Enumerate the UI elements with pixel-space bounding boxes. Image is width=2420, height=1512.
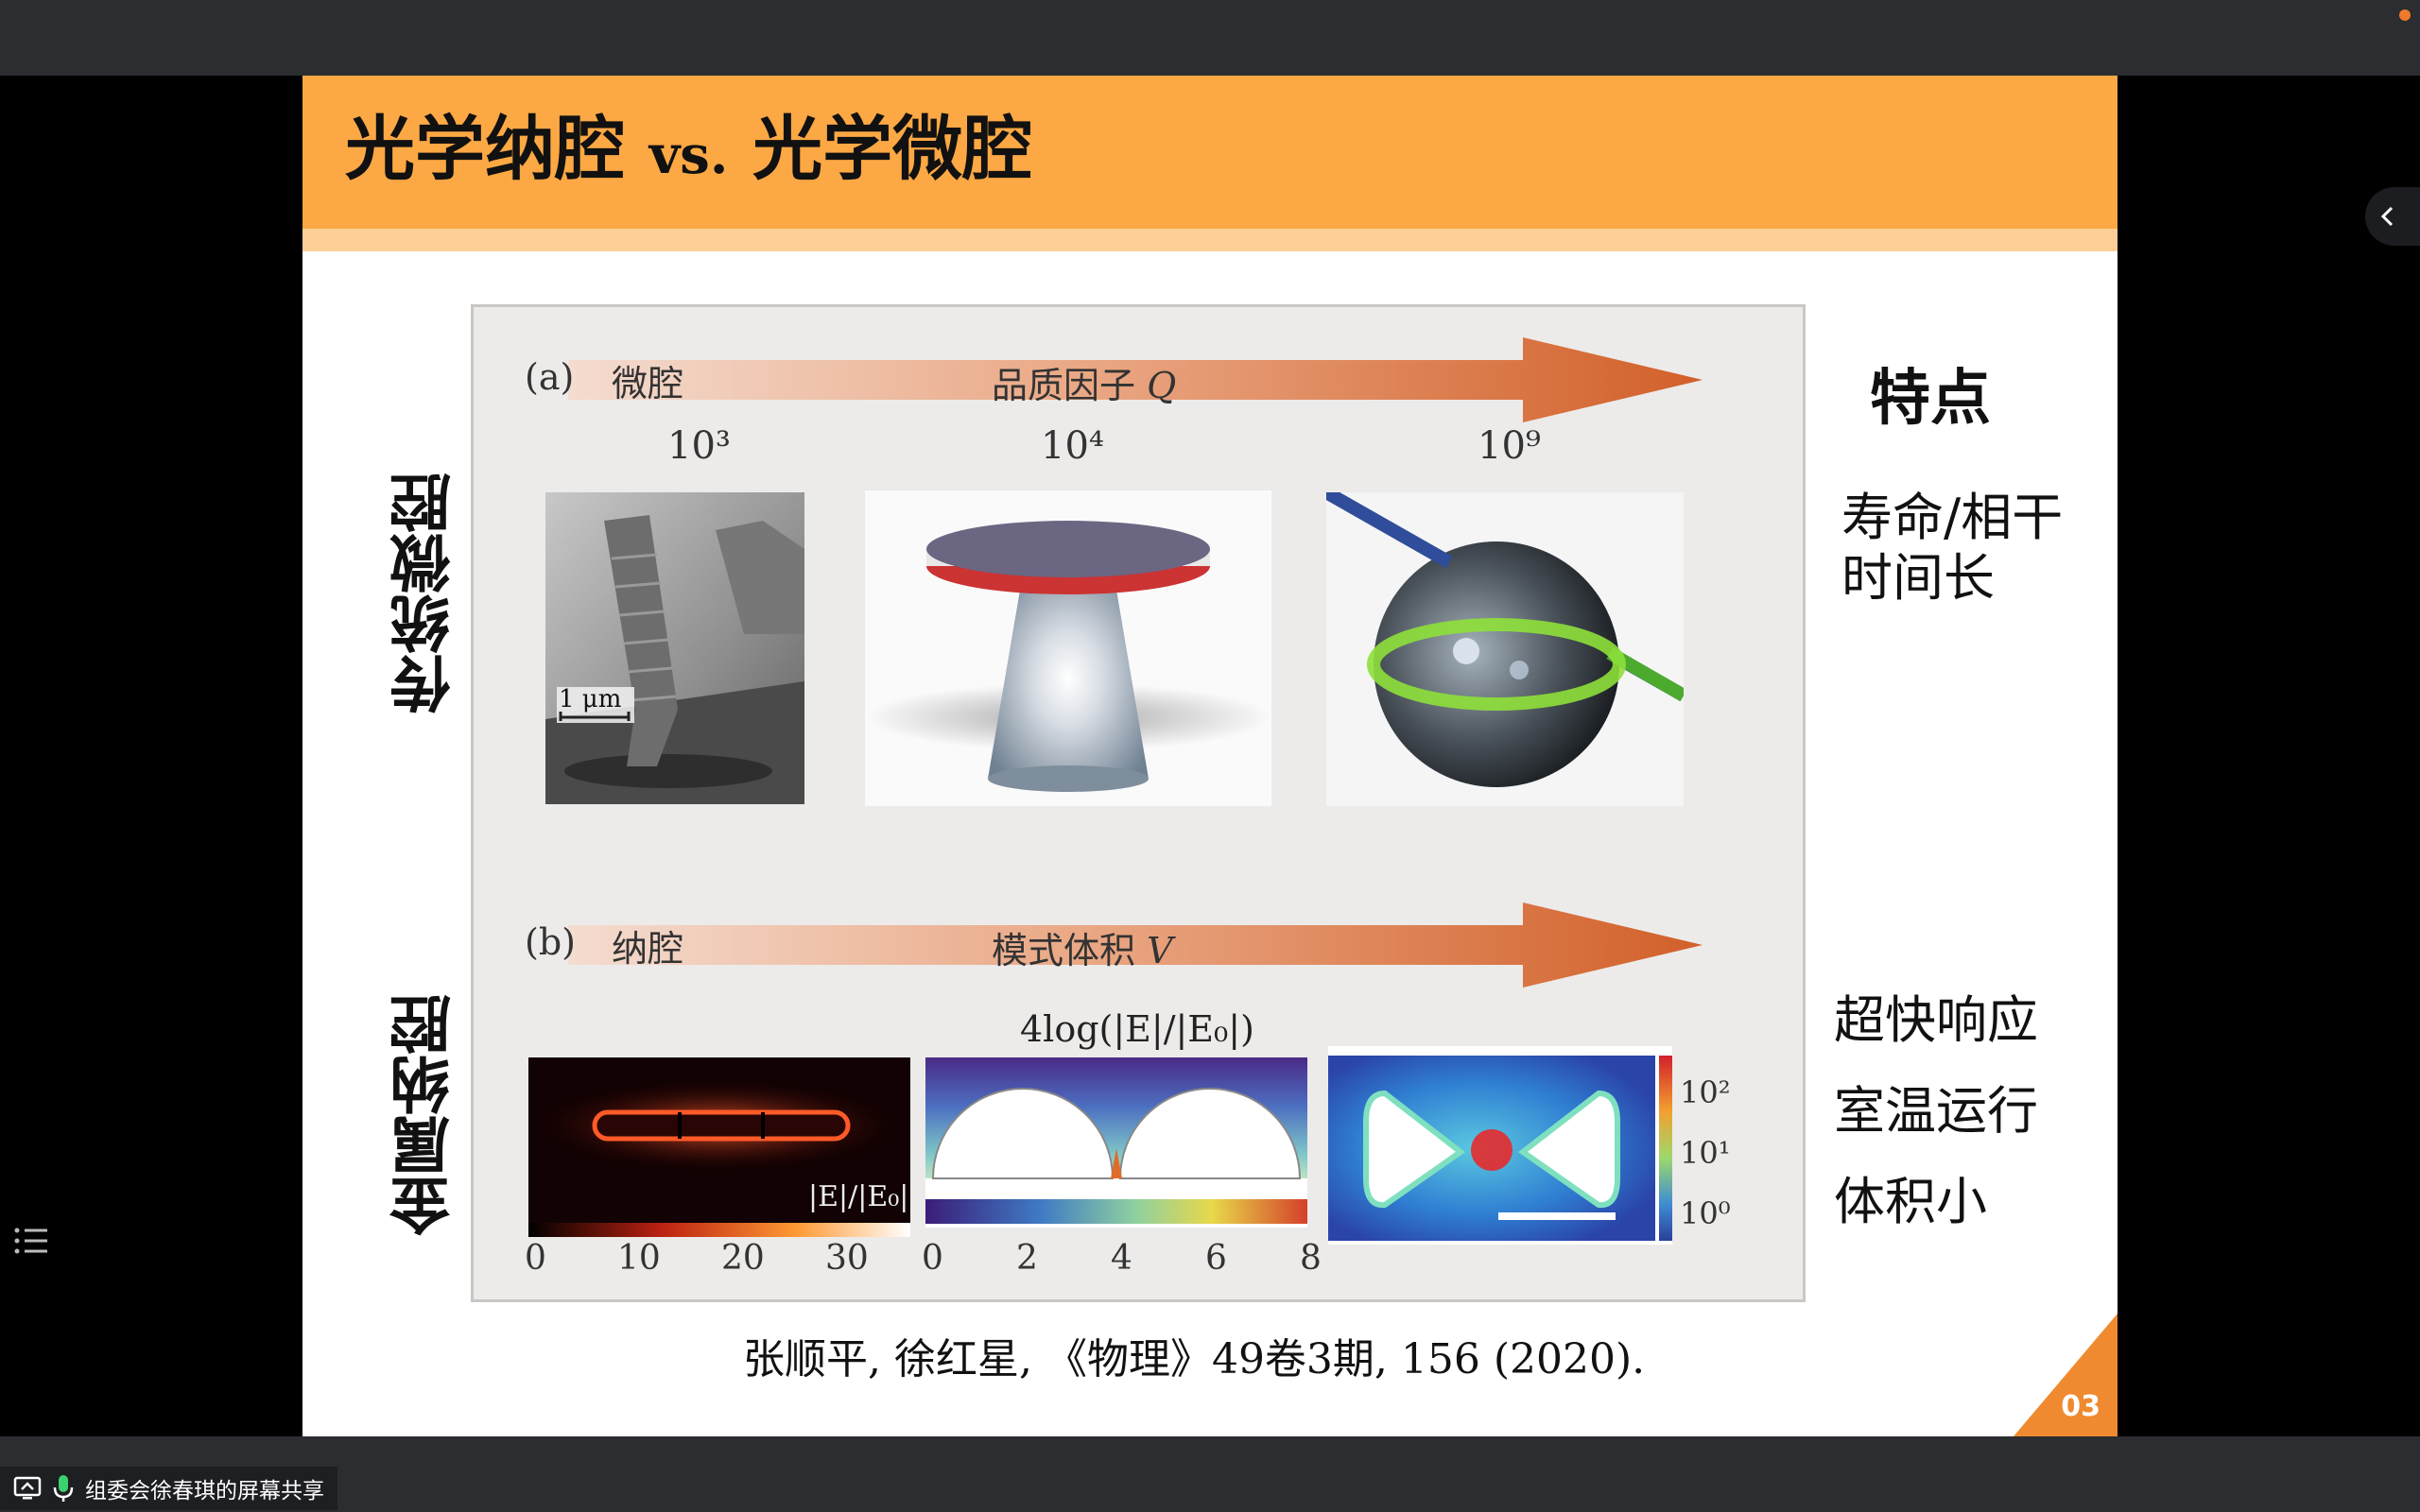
- panel1-tick-10: 10: [617, 1239, 661, 1278]
- microsphere-image: [1326, 492, 1684, 806]
- presentation-slide: 光学纳腔 vs. 光学微腔 传统微腔 金属纳腔 (a) 微腔 品质因子 Q 10…: [302, 76, 2118, 1436]
- microdisk-image: [865, 490, 1271, 806]
- label-a: (a): [525, 356, 575, 398]
- bowtie-field-map: [1328, 1046, 1672, 1245]
- row-label-traditional: 传统微腔: [390, 472, 460, 714]
- page-number: 03: [2061, 1390, 2100, 1423]
- nanocavity-name: 纳腔: [612, 928, 684, 970]
- features-title: 特点: [1870, 364, 1991, 434]
- micropillar-image: 1 μm: [545, 492, 804, 804]
- feature-room-temp: 室温运行: [1834, 1081, 2038, 1141]
- panel2-tick-8: 8: [1300, 1239, 1322, 1278]
- row-label-metal: 金属纳腔: [390, 994, 460, 1236]
- screen-share-badge[interactable]: 组委会徐春琪的屏幕共享: [0, 1467, 337, 1510]
- q-value-3: 10⁹: [1478, 424, 1541, 468]
- panel2-label: 4log(|E|/|E₀|): [1020, 1008, 1254, 1050]
- q-arrow-text: 品质因子 Q: [992, 356, 1176, 408]
- q-arrow-label: 品质因子: [992, 365, 1136, 406]
- microphone-icon: [53, 1475, 74, 1502]
- panel1-label: |E|/|E₀|: [808, 1180, 909, 1213]
- share-badge-label: 组委会徐春琪的屏幕共享: [85, 1479, 324, 1503]
- q-value-1: 10³: [667, 424, 731, 468]
- v-arrow-text: 模式体积 V: [992, 921, 1173, 973]
- slide-title: 光学纳腔 vs. 光学微腔: [345, 102, 1032, 202]
- panel1-tick-30: 30: [825, 1239, 869, 1278]
- slide-header-strip: [302, 229, 2118, 251]
- panel2-tick-4: 4: [1111, 1239, 1132, 1278]
- label-b: (b): [525, 921, 576, 963]
- panel1-tick-0: 0: [525, 1239, 546, 1278]
- screen-share-icon: [13, 1476, 42, 1500]
- citation: 张顺平, 徐红星, 《物理》49卷3期, 156 (2020).: [743, 1335, 1646, 1383]
- collapse-panel-button[interactable]: [2365, 187, 2420, 246]
- title-right: 光学微腔: [752, 109, 1033, 190]
- feature-lifetime: 寿命/相干: [1841, 488, 2064, 547]
- microcavity-name: 微腔: [612, 363, 684, 404]
- meeting-bottom-bar: [0, 1436, 2420, 1512]
- outline-list-icon[interactable]: [13, 1225, 51, 1261]
- nanorod-field-map: |E|/|E₀|: [528, 1057, 910, 1237]
- figure-cavities: (a) 微腔 品质因子 Q 10³ 10⁴ 10⁹ 1 μm (b) 纳腔 模式…: [471, 304, 1806, 1302]
- panel3-tick-10: 10¹: [1680, 1135, 1731, 1171]
- panel2-tick-0: 0: [922, 1239, 943, 1278]
- q-value-2: 10⁴: [1041, 424, 1104, 468]
- title-left: 光学纳腔: [345, 109, 625, 190]
- panel2-tick-6: 6: [1205, 1239, 1227, 1278]
- slide-header: 光学纳腔 vs. 光学微腔: [302, 76, 2118, 229]
- feature-lifetime-2: 时间长: [1841, 548, 1995, 608]
- panel3-tick-100: 10²: [1680, 1074, 1731, 1110]
- feature-ultrafast: 超快响应: [1834, 990, 2038, 1050]
- v-symbol: V: [1147, 930, 1173, 971]
- dimer-field-map: [925, 1057, 1307, 1228]
- meeting-top-bar: [0, 0, 2420, 76]
- panel2-tick-2: 2: [1016, 1239, 1038, 1278]
- title-vs: vs.: [648, 124, 729, 186]
- feature-small-volume: 体积小: [1834, 1172, 1987, 1231]
- recording-indicator-icon: [2399, 9, 2411, 21]
- scale-bar-label: 1 μm: [559, 685, 622, 713]
- q-symbol: Q: [1147, 365, 1177, 406]
- panel3-tick-1: 10⁰: [1680, 1195, 1731, 1231]
- v-arrow-label: 模式体积: [992, 930, 1136, 971]
- chevron-left-icon: [2380, 206, 2394, 227]
- panel1-tick-20: 20: [721, 1239, 765, 1278]
